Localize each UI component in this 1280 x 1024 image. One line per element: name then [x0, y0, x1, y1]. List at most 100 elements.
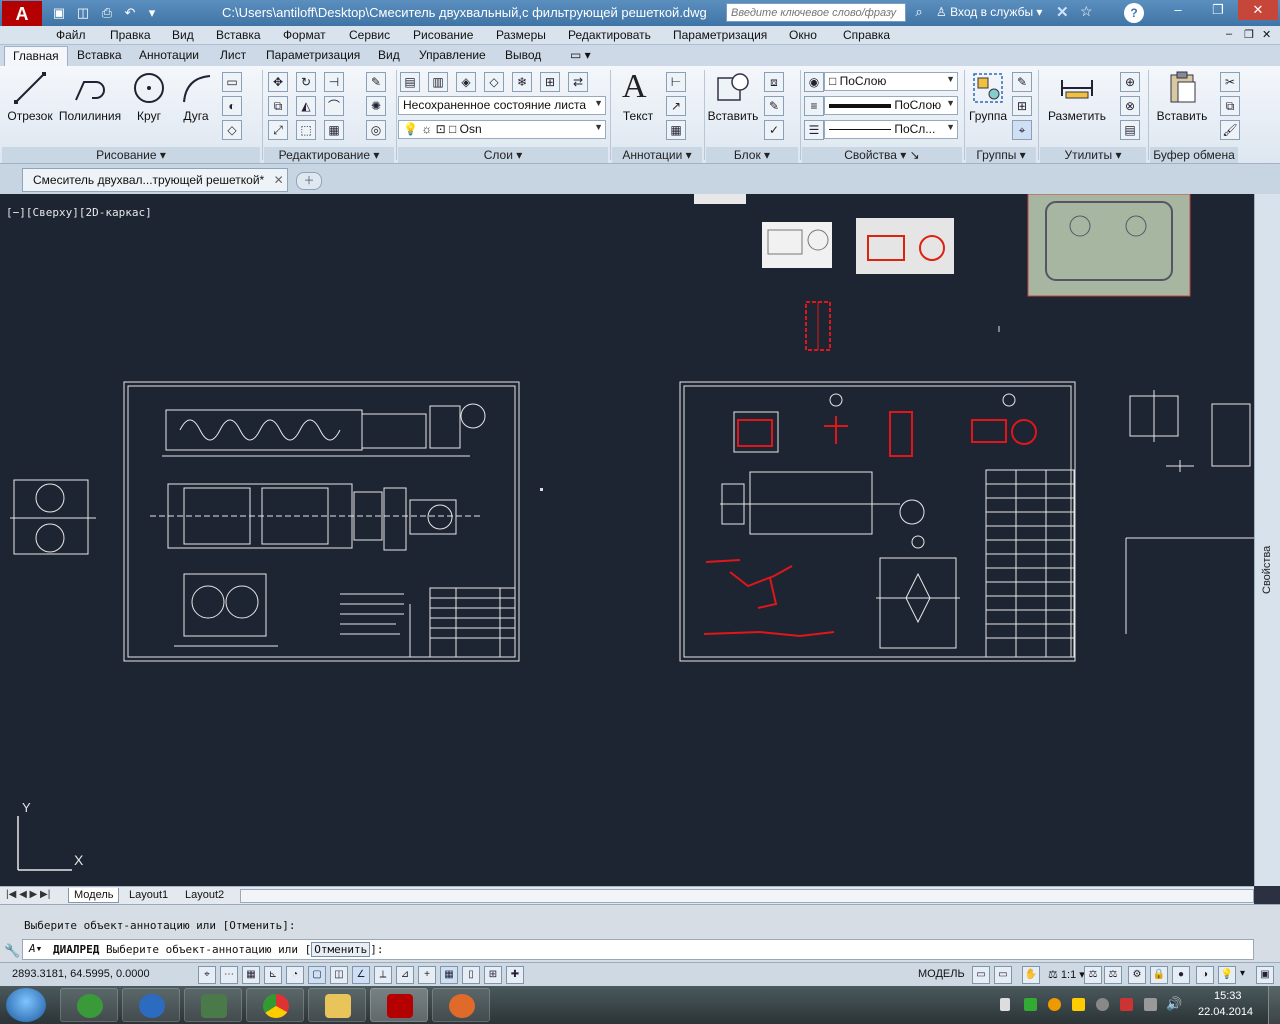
- star-icon[interactable]: ☆: [1080, 3, 1100, 23]
- monitor-taskbar-icon[interactable]: [184, 988, 242, 1022]
- menu-edit[interactable]: Правка: [110, 28, 151, 42]
- selection-cycling-icon[interactable]: ⊞: [484, 966, 502, 984]
- dyn-icon[interactable]: ⊿: [396, 966, 414, 984]
- scale-icon[interactable]: ⬚: [296, 120, 316, 140]
- group-icon[interactable]: [972, 72, 1004, 104]
- search-input[interactable]: [726, 3, 906, 22]
- stretch-icon[interactable]: ⤢: [268, 120, 288, 140]
- layer-select[interactable]: 💡 ☼ ⊡ □ Osn ▼: [398, 120, 606, 139]
- groups-panel-label[interactable]: Группы ▾: [966, 147, 1036, 163]
- ungroup-icon[interactable]: ✎: [1012, 72, 1032, 92]
- region-icon[interactable]: ◇: [222, 120, 242, 140]
- annotation-scale-select[interactable]: ⚖ 1:1 ▾: [1048, 968, 1085, 981]
- exchange-icon[interactable]: ✕: [1056, 3, 1076, 23]
- circle-button[interactable]: Круг: [128, 109, 170, 123]
- explorer-taskbar-icon[interactable]: [308, 988, 366, 1022]
- group-edit-icon[interactable]: ⊞: [1012, 96, 1032, 116]
- viewer-taskbar-icon[interactable]: [432, 988, 490, 1022]
- hardware-acceleration-icon[interactable]: ●: [1172, 966, 1190, 984]
- tray-app-icon[interactable]: [1024, 998, 1037, 1011]
- circle-icon[interactable]: [133, 72, 165, 104]
- command-input[interactable]: A▾ ДИАЛРЕД Выберите объект-аннотацию или…: [22, 939, 1254, 960]
- clean-screen-icon[interactable]: ▣: [1256, 966, 1274, 984]
- tab-view[interactable]: Вид: [378, 48, 400, 62]
- polyline-button[interactable]: Полилиния: [58, 109, 122, 123]
- utorrent-taskbar-icon[interactable]: [60, 988, 118, 1022]
- create-block-icon[interactable]: ⧈: [764, 72, 784, 92]
- group-selection-icon[interactable]: ⌖: [1012, 120, 1032, 140]
- paste-icon[interactable]: [1168, 70, 1198, 104]
- ducs-icon[interactable]: ⟂: [374, 966, 392, 984]
- color-select[interactable]: □ ПоСлою ▼: [824, 72, 958, 91]
- autocad-taskbar-icon[interactable]: [370, 988, 428, 1022]
- offset-icon[interactable]: ◎: [366, 120, 386, 140]
- volume-icon[interactable]: 🔊: [1166, 996, 1182, 1012]
- transparency-icon[interactable]: ▦: [440, 966, 458, 984]
- clock-date[interactable]: 22.04.2014: [1198, 1006, 1253, 1018]
- close-tab-icon[interactable]: ✕: [274, 173, 284, 187]
- quick-properties-icon[interactable]: ▯: [462, 966, 480, 984]
- quick-view-drawings-icon[interactable]: ▭: [994, 966, 1012, 984]
- tab-insert[interactable]: Вставка: [77, 48, 122, 62]
- menu-minimize-icon[interactable]: –: [1226, 28, 1232, 40]
- menu-insert[interactable]: Вставка: [216, 28, 261, 42]
- isolate-objects-icon[interactable]: ◑: [1196, 966, 1214, 984]
- menu-tools[interactable]: Сервис: [349, 28, 390, 42]
- menu-view[interactable]: Вид: [172, 28, 194, 42]
- fillet-icon[interactable]: ⌒: [324, 96, 344, 116]
- start-button-icon[interactable]: [6, 988, 46, 1022]
- table-icon[interactable]: ▦: [666, 120, 686, 140]
- properties-panel-label[interactable]: Свойства ▾ ↘: [802, 147, 962, 163]
- autocad-logo-icon[interactable]: A: [2, 1, 42, 27]
- clock-time[interactable]: 15:33: [1214, 990, 1242, 1002]
- rotate-icon[interactable]: ↻: [296, 72, 316, 92]
- grid-icon[interactable]: ▦: [242, 966, 260, 984]
- downloader-taskbar-icon[interactable]: [122, 988, 180, 1022]
- tab-layout2[interactable]: Layout2: [180, 888, 229, 902]
- layer-state-select[interactable]: Несохраненное состояние листа ▼: [398, 96, 606, 115]
- pan-icon[interactable]: ✋: [1022, 966, 1040, 984]
- leader-icon[interactable]: ↗: [666, 96, 686, 116]
- menu-file[interactable]: Файл: [56, 28, 86, 42]
- tab-layout1[interactable]: Layout1: [124, 888, 173, 902]
- move-icon[interactable]: ✥: [268, 72, 288, 92]
- wrench-icon[interactable]: 🔧: [4, 943, 20, 959]
- document-tab[interactable]: Смеситель двухвал...трующей решеткой* ✕: [22, 168, 288, 192]
- copy-clip-icon[interactable]: ⧉: [1220, 96, 1240, 116]
- restore-icon[interactable]: ❐: [1198, 0, 1238, 20]
- model-space-button[interactable]: МОДЕЛЬ: [918, 968, 965, 980]
- tab-output[interactable]: Вывод: [505, 48, 541, 62]
- quick-select-icon[interactable]: ⊕: [1120, 72, 1140, 92]
- insert-block-button[interactable]: Вставить: [706, 109, 760, 123]
- line-button[interactable]: Отрезок: [6, 109, 54, 123]
- layer-properties-icon[interactable]: ▤: [400, 72, 420, 92]
- tray-notify-icon[interactable]: [1072, 998, 1085, 1011]
- redo-icon[interactable]: ▾: [143, 4, 161, 22]
- menu-close-icon[interactable]: ✕: [1262, 28, 1271, 41]
- tab-model[interactable]: Модель: [68, 888, 120, 903]
- text-icon[interactable]: A: [622, 68, 647, 106]
- ribbon-minimize-icon[interactable]: ▭ ▾: [570, 48, 591, 62]
- tray-network-icon[interactable]: [1096, 998, 1109, 1011]
- tab-layout[interactable]: Лист: [220, 48, 246, 62]
- coordinates-readout[interactable]: 2893.3181, 64.5995, 0.0000: [12, 968, 150, 980]
- show-hidden-icons-icon[interactable]: [1000, 998, 1010, 1011]
- group-button[interactable]: Группа: [966, 109, 1010, 123]
- polar-icon[interactable]: ◔: [286, 966, 304, 984]
- annotation-visibility-icon[interactable]: ⚖: [1084, 966, 1102, 984]
- tab-scroll-arrows[interactable]: |◀ ◀ ▶ ▶|: [6, 889, 50, 900]
- layer-state-icon[interactable]: ▥: [428, 72, 448, 92]
- menu-parametric[interactable]: Параметризация: [673, 28, 767, 42]
- tab-manage[interactable]: Управление: [419, 48, 486, 62]
- tray-status-icon[interactable]: [1048, 998, 1061, 1011]
- mirror-icon[interactable]: ◭: [296, 96, 316, 116]
- match-properties-icon[interactable]: ◉: [804, 72, 824, 92]
- tab-parametric[interactable]: Параметризация: [266, 48, 360, 62]
- modify-panel-label[interactable]: Редактирование ▾: [264, 147, 394, 163]
- measure-icon[interactable]: [1060, 74, 1094, 102]
- layers-panel-label[interactable]: Слои ▾: [398, 147, 608, 163]
- horizontal-scrollbar[interactable]: [240, 889, 1254, 903]
- hatch-icon[interactable]: ◐: [222, 96, 242, 116]
- match-prop-icon[interactable]: 🖌: [1220, 120, 1240, 140]
- menu-draw[interactable]: Рисование: [413, 28, 473, 42]
